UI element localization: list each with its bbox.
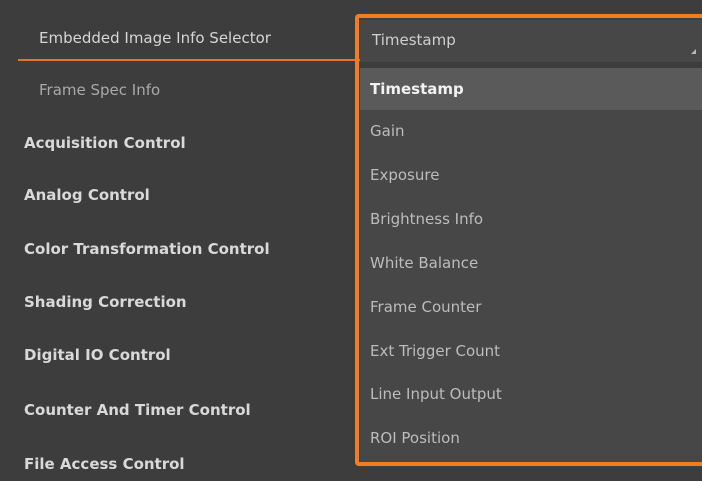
option-gain[interactable]: Gain [360, 110, 702, 152]
embedded-image-info-dropdown[interactable]: Timestamp [360, 20, 702, 62]
option-exposure[interactable]: Exposure [360, 154, 702, 196]
option-roi-position[interactable]: ROI Position [360, 417, 702, 459]
option-brightness-info[interactable]: Brightness Info [360, 198, 702, 240]
option-frame-counter[interactable]: Frame Counter [360, 286, 702, 328]
frame-spec-info-label[interactable]: Frame Spec Info [39, 81, 160, 99]
option-ext-trigger-count[interactable]: Ext Trigger Count [360, 330, 702, 372]
property-panel: Embedded Image Info Selector Frame Spec … [0, 0, 702, 481]
category-analog-control[interactable]: Analog Control [24, 186, 150, 204]
category-file-access-control[interactable]: File Access Control [24, 455, 185, 473]
category-color-transformation-control[interactable]: Color Transformation Control [24, 240, 270, 258]
embedded-image-info-selector-label[interactable]: Embedded Image Info Selector [39, 29, 271, 47]
selected-row-indicator [18, 59, 360, 61]
dropdown-arrow-icon[interactable] [691, 49, 696, 54]
dropdown-current-value: Timestamp [372, 31, 456, 49]
category-shading-correction[interactable]: Shading Correction [24, 293, 187, 311]
option-white-balance[interactable]: White Balance [360, 242, 702, 284]
category-counter-and-timer-control[interactable]: Counter And Timer Control [24, 401, 251, 419]
option-timestamp[interactable]: Timestamp [360, 68, 702, 110]
category-digital-io-control[interactable]: Digital IO Control [24, 346, 171, 364]
option-line-input-output[interactable]: Line Input Output [360, 373, 702, 415]
category-acquisition-control[interactable]: Acquisition Control [24, 134, 186, 152]
dropdown-options-list: Timestamp Gain Exposure Brightness Info … [360, 68, 702, 462]
